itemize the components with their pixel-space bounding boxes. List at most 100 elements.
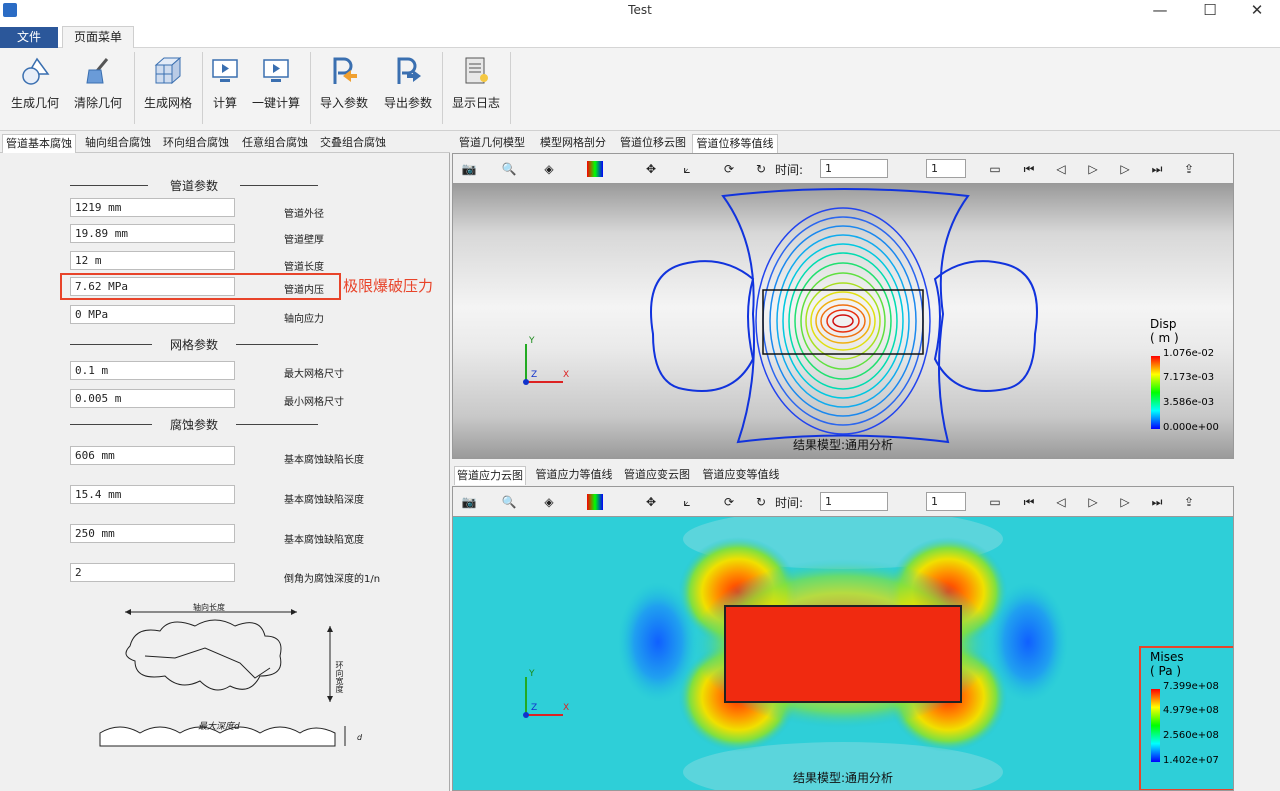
ribbon-separator	[310, 52, 311, 124]
bottom-view-tab-bar: 管道应力云图 管道应力等值线 管道应变云图 管道应变等值线	[452, 465, 1280, 485]
camera-icon[interactable]: 📷	[459, 159, 479, 179]
clear-geometry-button[interactable]: 清除几何	[68, 54, 128, 122]
export-frame-icon[interactable]: ⇪	[1179, 159, 1199, 179]
defect-length-label: 基本腐蚀缺陷长度	[284, 455, 364, 466]
axial-length-label: 轴向长度	[193, 603, 225, 612]
circumferential-width-label: 环向宽度	[335, 661, 344, 693]
section-mesh-params: 网格参数	[70, 336, 318, 352]
last-frame-icon[interactable]: ⏭	[1147, 159, 1167, 179]
stress-contour	[453, 517, 1233, 790]
calculate-button[interactable]: 计算	[206, 54, 244, 122]
disp-legend-label: 1.076e-02	[1163, 348, 1215, 359]
axial-stress-label: 轴向应力	[284, 314, 324, 325]
next-frame-icon[interactable]: ▷	[1115, 159, 1135, 179]
show-log-button[interactable]: 显示日志	[446, 54, 506, 122]
tab-pipe-geometry[interactable]: 管道几何模型	[454, 134, 530, 153]
menu-file[interactable]: 文件	[0, 27, 58, 48]
defect-depth-input[interactable]: 15.4 mm	[70, 485, 235, 504]
defect-length-input[interactable]: 606 mm	[70, 446, 235, 465]
max-mesh-size-label: 最大网格尺寸	[284, 369, 344, 380]
displacement-legend-title: Disp ( m )	[1150, 317, 1179, 345]
first-frame-icon[interactable]: ⏮	[1019, 492, 1039, 512]
axes-icon[interactable]: ⟀	[677, 159, 697, 179]
tab-displacement-contour[interactable]: 管道位移云图	[614, 134, 692, 153]
ribbon-separator	[202, 52, 203, 124]
reset-view-icon[interactable]: ↻	[751, 492, 771, 512]
tab-basic-corrosion[interactable]: 管道基本腐蚀	[2, 134, 76, 153]
camera-icon[interactable]: 📷	[459, 492, 479, 512]
tab-displacement-isolines[interactable]: 管道位移等值线	[692, 134, 778, 153]
next-frame-icon[interactable]: ▷	[1115, 492, 1135, 512]
play-icon[interactable]: ▷	[1083, 159, 1103, 179]
maximize-button[interactable]: ☐	[1187, 0, 1233, 22]
prev-frame-icon[interactable]: ◁	[1051, 159, 1071, 179]
defect-width-input[interactable]: 250 mm	[70, 524, 235, 543]
zoom-icon[interactable]: 🔍	[499, 159, 519, 179]
axis-y-label: Y	[529, 669, 535, 679]
one-click-calculate-button[interactable]: 一键计算	[248, 54, 304, 122]
first-frame-icon[interactable]: ⏮	[1019, 159, 1039, 179]
tab-mesh[interactable]: 模型网格剖分	[534, 134, 612, 153]
step-spinner[interactable]: 1	[926, 492, 966, 511]
ribbon: 生成几何 清除几何 生成网格 计算 一键计算 导入参数 导出参数 显示日志	[0, 48, 1280, 131]
minimize-button[interactable]: —	[1137, 0, 1183, 22]
monitor-play-icon	[259, 54, 293, 88]
window-title: Test	[628, 3, 652, 17]
outer-diameter-input[interactable]: 1219 mm	[70, 198, 235, 217]
geometry-icon	[18, 54, 52, 88]
mises-legend-label: 4.979e+08	[1163, 705, 1219, 716]
time-select[interactable]: 1	[820, 159, 888, 178]
time-select[interactable]: 1	[820, 492, 888, 511]
axes-icon[interactable]: ⟀	[677, 492, 697, 512]
export-parameters-button[interactable]: 导出参数	[378, 54, 438, 122]
zoom-icon[interactable]: 🔍	[499, 492, 519, 512]
rotate-icon[interactable]: ⟳	[719, 159, 739, 179]
fit-view-icon[interactable]: ✥	[641, 492, 661, 512]
generate-mesh-button[interactable]: 生成网格	[138, 54, 198, 122]
color-map-icon[interactable]	[585, 159, 605, 179]
axial-stress-input[interactable]: 0 MPa	[70, 305, 235, 324]
generate-geometry-button[interactable]: 生成几何	[6, 54, 64, 122]
max-mesh-size-input[interactable]: 0.1 m	[70, 361, 235, 380]
prev-frame-icon[interactable]: ◁	[1051, 492, 1071, 512]
chamfer-ratio-input[interactable]: 2	[70, 563, 235, 582]
color-map-icon[interactable]	[585, 492, 605, 512]
displacement-isoline-viewport[interactable]: Y Z X Disp ( m ) 1.076e-02 7.173e-03 3.5…	[452, 183, 1234, 459]
tab-strain-contour[interactable]: 管道应变云图	[620, 466, 694, 485]
pipe-length-input[interactable]: 12 m	[70, 251, 235, 270]
last-frame-icon[interactable]: ⏭	[1147, 492, 1167, 512]
outer-diameter-label: 管道外径	[284, 209, 324, 220]
section-corrosion-params: 腐蚀参数	[70, 416, 318, 432]
render-mode-icon[interactable]: ◈	[539, 492, 559, 512]
step-spinner[interactable]: 1	[926, 159, 966, 178]
left-tab-bar: 管道基本腐蚀 轴向组合腐蚀 环向组合腐蚀 任意组合腐蚀 交叠组合腐蚀	[0, 131, 450, 153]
mesh-cube-icon	[151, 54, 185, 88]
close-button[interactable]: ✕	[1234, 0, 1280, 22]
record-icon[interactable]: ▭	[985, 159, 1005, 179]
defect-width-label: 基本腐蚀缺陷宽度	[284, 535, 364, 546]
tab-overlap-corrosion[interactable]: 交叠组合腐蚀	[315, 134, 391, 153]
play-icon[interactable]: ▷	[1083, 492, 1103, 512]
record-icon[interactable]: ▭	[985, 492, 1005, 512]
mises-legend-label: 1.402e+07	[1163, 755, 1219, 766]
depth-d-label: d	[357, 733, 363, 742]
stress-contour-viewport[interactable]: Y Z X Mises ( Pa ) 7.399e+08 4.979e+08 2…	[452, 516, 1234, 791]
import-parameters-button[interactable]: 导入参数	[314, 54, 374, 122]
rotate-icon[interactable]: ⟳	[719, 492, 739, 512]
fit-view-icon[interactable]: ✥	[641, 159, 661, 179]
export-frame-icon[interactable]: ⇪	[1179, 492, 1199, 512]
min-mesh-size-input[interactable]: 0.005 m	[70, 389, 235, 408]
tab-axial-corrosion[interactable]: 轴向组合腐蚀	[80, 134, 156, 153]
tab-arbitrary-corrosion[interactable]: 任意组合腐蚀	[237, 134, 313, 153]
render-mode-icon[interactable]: ◈	[539, 159, 559, 179]
bottom-view-toolbar: 📷 🔍 ◈ ✥ ⟀ ⟳ ↻ 时间: 1 1 ▭ ⏮ ◁ ▷ ▷ ⏭ ⇪	[452, 486, 1234, 516]
tab-stress-isolines[interactable]: 管道应力等值线	[532, 466, 616, 485]
tab-circumferential-corrosion[interactable]: 环向组合腐蚀	[158, 134, 234, 153]
tab-strain-isolines[interactable]: 管道应变等值线	[698, 466, 784, 485]
tab-stress-contour[interactable]: 管道应力云图	[454, 466, 526, 485]
reset-view-icon[interactable]: ↻	[751, 159, 771, 179]
menu-page[interactable]: 页面菜单	[62, 26, 134, 49]
axis-x-label: X	[563, 703, 570, 713]
wall-thickness-input[interactable]: 19.89 mm	[70, 224, 235, 243]
title-bar: Test — ☐ ✕	[0, 0, 1280, 22]
